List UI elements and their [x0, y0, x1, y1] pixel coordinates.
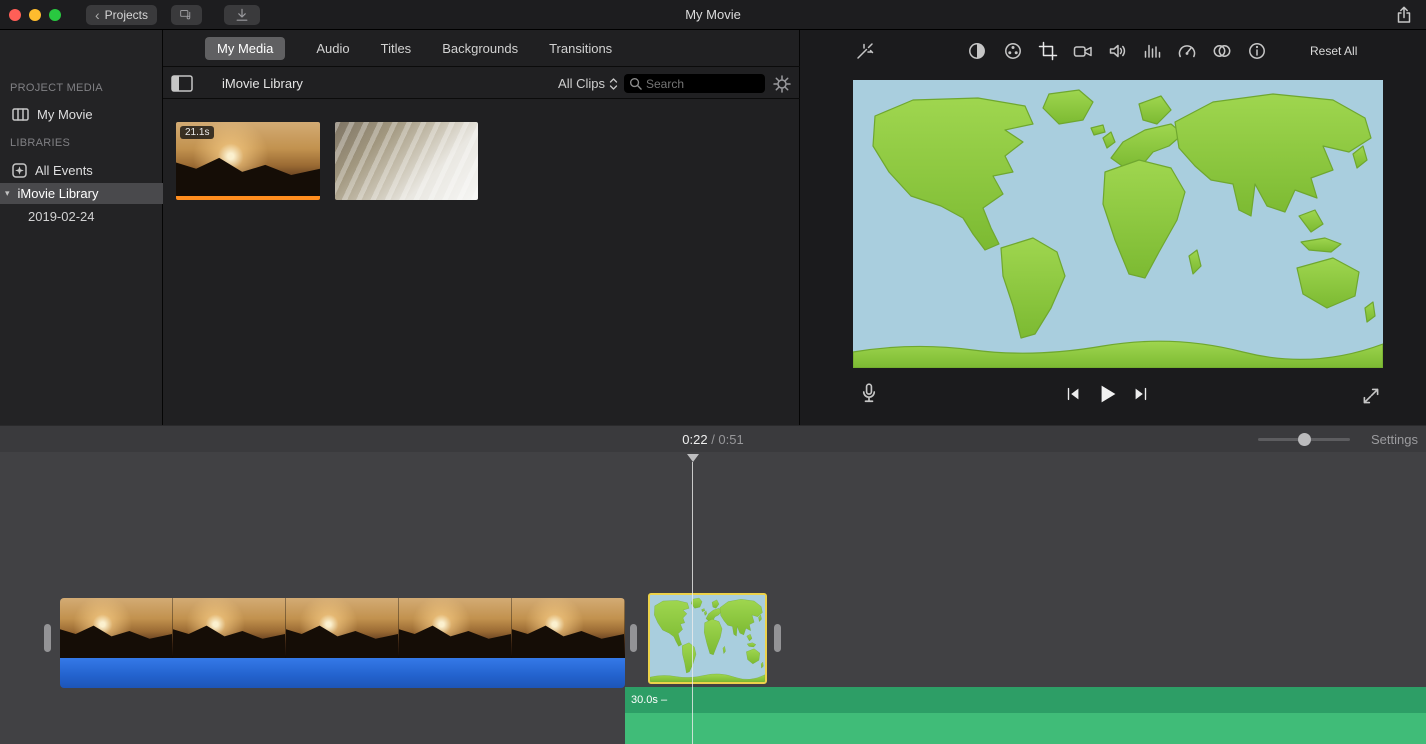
current-time: 0:22 — [682, 432, 707, 447]
sidebar-item-event-date[interactable]: 2019-02-24 — [0, 206, 163, 227]
used-in-project-marker — [176, 196, 320, 200]
browser-settings-gear-icon[interactable] — [772, 74, 792, 94]
titlebar: ‹ Projects My Movie — [0, 0, 1426, 30]
sidebar-item-all-events[interactable]: All Events — [0, 160, 163, 181]
events-star-icon — [12, 163, 27, 178]
timeline[interactable]: 30.0s – — [0, 452, 1426, 744]
media-clip-waves[interactable] — [335, 122, 478, 200]
search-input[interactable] — [624, 74, 765, 93]
playhead-line[interactable] — [692, 462, 693, 744]
effects-icon[interactable] — [1212, 41, 1232, 61]
crop-icon[interactable] — [1038, 41, 1058, 61]
library-sidebar: PROJECT MEDIA My Movie LIBRARIES All Eve… — [0, 30, 163, 425]
stabilization-icon[interactable] — [1073, 41, 1093, 61]
clip-duration-badge: 21.1s — [180, 126, 214, 139]
filmstrip-icon — [12, 108, 29, 121]
sidebar-item-label: 2019-02-24 — [28, 209, 95, 224]
world-map-frame — [853, 80, 1383, 368]
project-media-header: PROJECT MEDIA — [10, 82, 103, 94]
libraries-header: LIBRARIES — [10, 137, 70, 149]
fullscreen-icon[interactable] — [1360, 385, 1382, 407]
next-icon[interactable] — [1132, 385, 1150, 403]
media-toolbar: iMovie Library All Clips — [163, 68, 800, 99]
library-title: iMovie Library — [222, 76, 303, 91]
filmstrip-frame — [286, 598, 399, 658]
reset-all-button[interactable]: Reset All — [1310, 44, 1357, 58]
filmstrip-frame — [399, 598, 512, 658]
play-icon[interactable] — [1095, 382, 1119, 406]
noise-reduction-icon[interactable] — [1142, 41, 1162, 61]
tab-titles[interactable]: Titles — [381, 41, 412, 56]
timeline-background-clip[interactable]: 30.0s – — [625, 687, 1426, 744]
window-title: My Movie — [0, 7, 1426, 22]
filmstrip-frame — [173, 598, 286, 658]
enhance-wand-icon[interactable] — [855, 41, 875, 61]
trim-handle-right[interactable] — [774, 624, 781, 652]
media-browser: My Media Audio Titles Backgrounds Transi… — [163, 30, 800, 425]
share-icon[interactable] — [1394, 5, 1414, 25]
timeline-zoom-slider[interactable] — [1258, 438, 1350, 441]
sidebar-item-imovie-library[interactable]: ▾ iMovie Library — [0, 183, 163, 204]
timeline-clip-sunset[interactable] — [60, 598, 625, 688]
timeline-settings-button[interactable]: Settings — [1371, 432, 1418, 447]
tab-transitions[interactable]: Transitions — [549, 41, 612, 56]
background-clip-label: 30.0s – — [631, 694, 667, 706]
zoom-slider-thumb[interactable] — [1298, 433, 1311, 446]
chevron-up-down-icon — [609, 77, 618, 91]
playback-controls — [1064, 382, 1150, 406]
preview-panel: Reset All — [800, 30, 1426, 425]
total-duration: 0:51 — [718, 432, 743, 447]
trim-handle-left[interactable] — [44, 624, 51, 652]
timeline-header: 0:22 / 0:51 Settings — [0, 425, 1426, 452]
sidebar-item-label: My Movie — [37, 107, 93, 122]
playhead-handle[interactable] — [687, 454, 699, 468]
volume-icon[interactable] — [1108, 41, 1128, 61]
sidebar-item-my-movie[interactable]: My Movie — [0, 104, 163, 125]
timeline-clip-map-selected[interactable] — [648, 593, 767, 684]
sidebar-item-label: iMovie Library — [18, 186, 99, 201]
info-icon[interactable] — [1247, 41, 1267, 61]
clips-filter-label: All Clips — [558, 76, 605, 91]
tab-backgrounds[interactable]: Backgrounds — [442, 41, 518, 56]
color-balance-icon[interactable] — [967, 41, 987, 61]
disclosure-triangle-icon[interactable]: ▾ — [5, 188, 10, 199]
time-display: 0:22 / 0:51 — [0, 432, 1426, 447]
media-clip-sunset[interactable]: 21.1s — [176, 122, 320, 200]
audio-waveform-bar[interactable] — [60, 658, 625, 688]
clips-filter-dropdown[interactable]: All Clips — [558, 76, 618, 91]
sidebar-toggle-icon[interactable] — [171, 75, 193, 92]
trim-handle-middle[interactable] — [630, 624, 637, 652]
filmstrip-frame — [512, 598, 625, 658]
map-clip-thumbnail — [650, 595, 765, 682]
microphone-icon[interactable] — [858, 382, 880, 404]
tab-my-media[interactable]: My Media — [205, 37, 285, 60]
search-field-wrap — [624, 74, 765, 93]
search-icon — [629, 77, 642, 90]
sidebar-item-label: All Events — [35, 163, 93, 178]
tab-audio[interactable]: Audio — [316, 41, 349, 56]
filmstrip — [60, 598, 625, 658]
speed-icon[interactable] — [1177, 41, 1197, 61]
color-correction-icon[interactable] — [1003, 41, 1023, 61]
background-clip-header — [625, 687, 1426, 713]
media-tabs: My Media Audio Titles Backgrounds Transi… — [163, 30, 800, 67]
video-viewer[interactable] — [853, 80, 1383, 368]
filmstrip-frame — [60, 598, 173, 658]
previous-icon[interactable] — [1064, 385, 1082, 403]
